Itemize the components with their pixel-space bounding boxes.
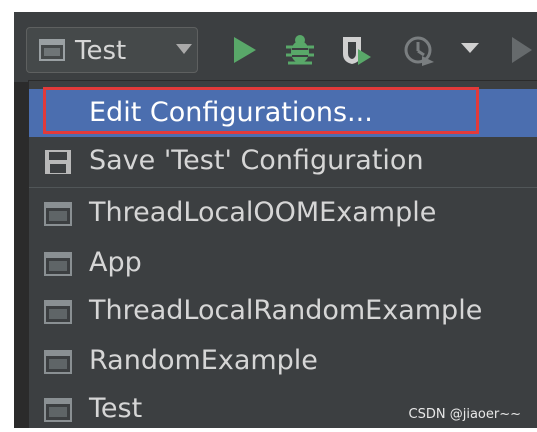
run-config-label: Test [75, 36, 127, 66]
menu-item-app[interactable]: App [29, 239, 537, 287]
play-icon[interactable] [228, 34, 260, 66]
editor-gutter [14, 82, 28, 428]
menu-item-edit-configurations[interactable]: Edit Configurations... [29, 89, 537, 137]
menu-item-label: RandomExample [89, 345, 318, 376]
menu-separator [29, 187, 537, 188]
clock-icon[interactable] [404, 34, 436, 66]
run-config-icon [44, 300, 72, 324]
partial-play-icon[interactable] [508, 34, 532, 66]
menu-item-label: ThreadLocalOOMExample [89, 197, 437, 228]
run-config-selector[interactable]: Test [26, 27, 198, 73]
run-config-icon [44, 350, 72, 374]
menu-item-label: Test [89, 393, 143, 424]
menu-item-threadlocaloomexample[interactable]: ThreadLocalOOMExample [29, 189, 537, 237]
bug-icon[interactable] [284, 34, 316, 66]
menu-item-label: Save 'Test' Configuration [89, 145, 424, 176]
run-config-icon [44, 398, 72, 422]
menu-item-randomexample[interactable]: RandomExample [29, 337, 537, 385]
run-config-icon [39, 39, 65, 61]
save-icon [45, 150, 71, 174]
menu-item-label: Edit Configurations... [89, 97, 373, 128]
run-config-dropdown: Edit Configurations... Save 'Test' Confi… [28, 80, 537, 428]
toolbar: Test [14, 12, 537, 78]
chevron-down-icon[interactable] [460, 40, 480, 56]
menu-item-save-configuration[interactable]: Save 'Test' Configuration [29, 137, 537, 185]
watermark: CSDN @jiaoer~~ [408, 407, 521, 422]
menu-item-label: App [89, 247, 142, 278]
shield-play-icon[interactable] [340, 34, 372, 66]
run-config-icon [44, 252, 72, 276]
menu-item-threadlocalrandomexample[interactable]: ThreadLocalRandomExample [29, 287, 537, 335]
ide-window: Test Edit Configurations... Save 'Test' … [14, 12, 537, 428]
menu-item-label: ThreadLocalRandomExample [89, 295, 483, 326]
run-config-icon [44, 202, 72, 226]
chevron-down-icon [176, 44, 192, 54]
